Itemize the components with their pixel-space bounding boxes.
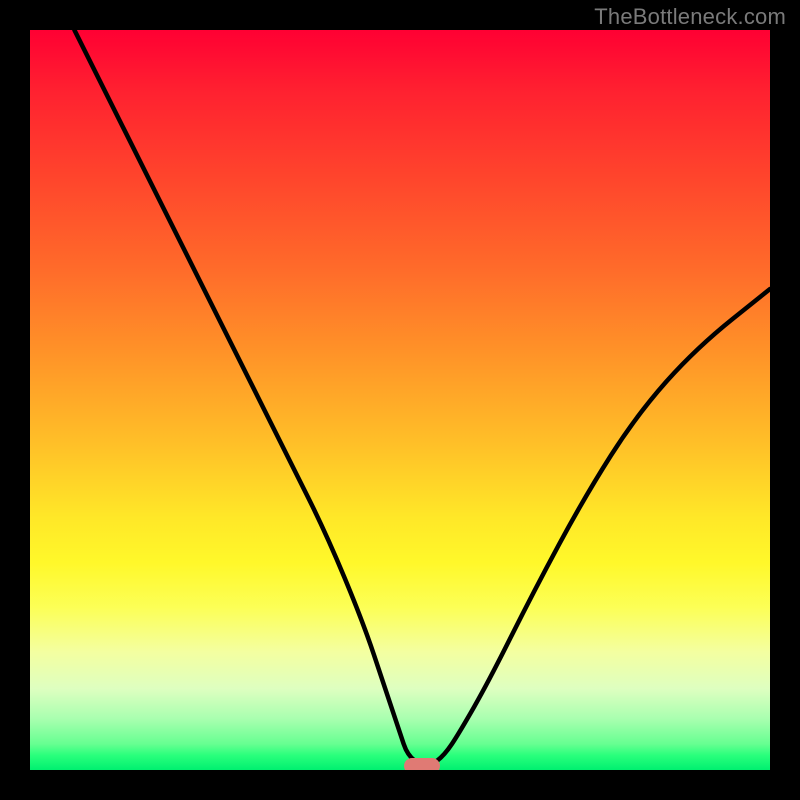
watermark-text: TheBottleneck.com [594, 4, 786, 30]
bottleneck-curve [74, 30, 770, 768]
chart-frame: TheBottleneck.com [0, 0, 800, 800]
curve-svg [30, 30, 770, 770]
minimum-marker [404, 758, 440, 770]
plot-area [30, 30, 770, 770]
